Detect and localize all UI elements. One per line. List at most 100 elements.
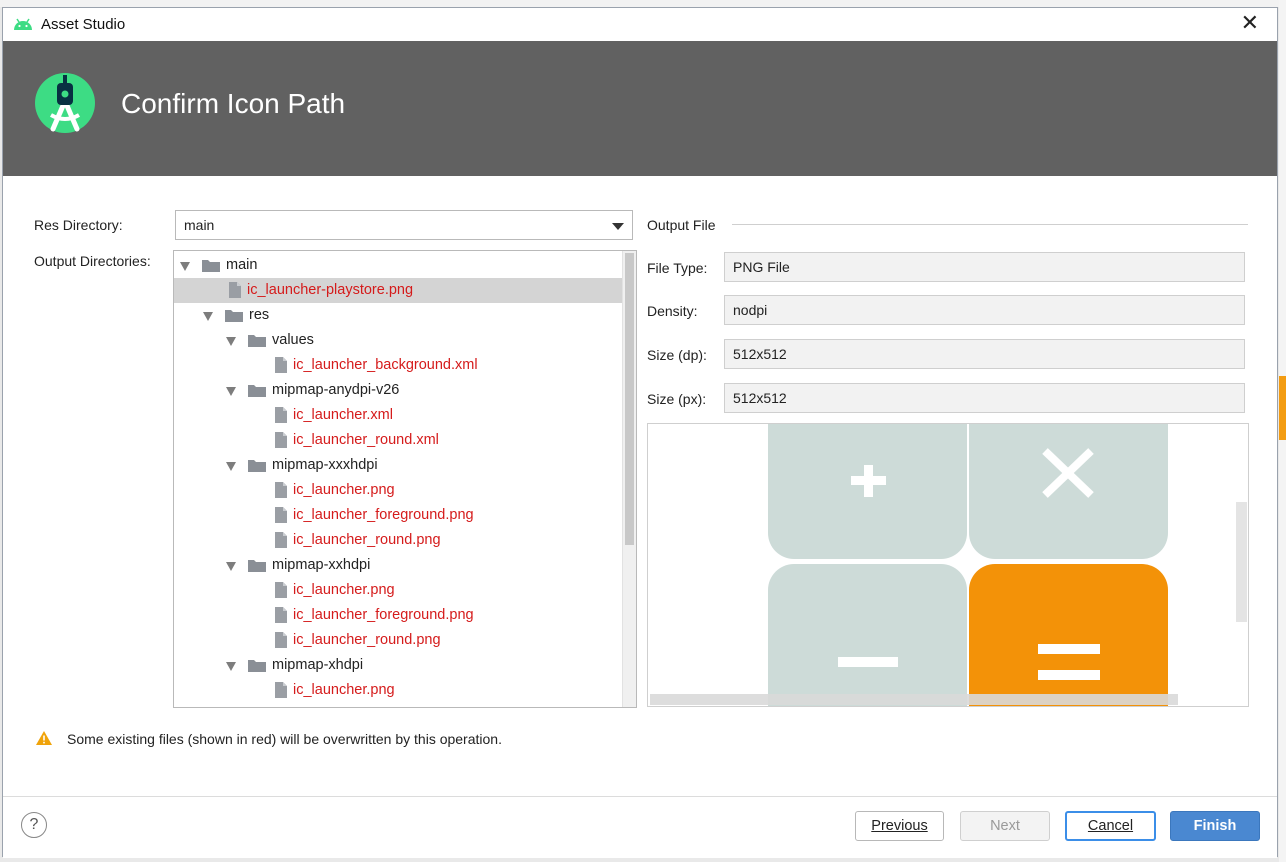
expand-arrow-icon[interactable]: [226, 462, 236, 471]
tree-item[interactable]: ic_launcher_foreground.png: [174, 503, 624, 528]
file-type-value: PNG File: [733, 259, 790, 275]
tree-item-label: mipmap-anydpi-v26: [272, 382, 400, 398]
density-field: nodpi: [724, 295, 1245, 325]
tree-item-label: res: [249, 307, 270, 323]
file-icon: [229, 282, 241, 298]
tree-item[interactable]: mipmap-xxxhdpi: [174, 453, 624, 478]
title-bar: Asset Studio ✕: [3, 8, 1277, 41]
output-directories-label: Output Directories:: [34, 253, 151, 269]
tree-item[interactable]: ic_launcher_round.xml: [174, 428, 624, 453]
folder-icon: [202, 260, 220, 272]
folder-icon: [248, 385, 266, 397]
section-divider: [732, 224, 1248, 225]
tree-item[interactable]: ic_launcher.xml: [174, 403, 624, 428]
icon-preview: [647, 423, 1249, 707]
size-px-value: 512x512: [733, 390, 787, 406]
output-file-section-title: Output File: [647, 217, 716, 233]
res-directory-select[interactable]: main: [175, 210, 633, 240]
tree-item-label: ic_launcher.png: [293, 482, 395, 498]
tree-item[interactable]: ic_launcher-playstore.png: [174, 278, 624, 303]
tree-item-label: ic_launcher_background.xml: [293, 357, 478, 373]
tree-item-label: ic_launcher-playstore.png: [247, 282, 414, 298]
cancel-button[interactable]: Cancel: [1065, 811, 1156, 841]
tree-scrollbar[interactable]: [622, 251, 636, 707]
file-icon: [275, 532, 287, 548]
tree-item-label: ic_launcher_round.xml: [293, 432, 439, 448]
file-icon: [275, 432, 287, 448]
expand-arrow-icon[interactable]: [203, 312, 213, 321]
folder-icon: [225, 310, 243, 322]
res-directory-label: Res Directory:: [34, 217, 123, 233]
file-type-label: File Type:: [647, 260, 708, 276]
preview-horizontal-scrollbar[interactable]: [650, 694, 1178, 705]
tree-item-label: main: [226, 257, 258, 273]
tree-item[interactable]: ic_launcher.png: [174, 578, 624, 603]
tree-item[interactable]: mipmap-anydpi-v26: [174, 378, 624, 403]
tree-scrollbar-thumb[interactable]: [625, 253, 634, 545]
folder-icon: [248, 660, 266, 672]
tree-item[interactable]: ic_launcher_background.xml: [174, 353, 624, 378]
android-icon: [14, 18, 32, 30]
footer-divider: [3, 796, 1277, 797]
tree-item[interactable]: res: [174, 303, 624, 328]
file-icon: [275, 632, 287, 648]
tree-item-label: mipmap-xxxhdpi: [272, 457, 378, 473]
density-label: Density:: [647, 303, 698, 319]
density-value: nodpi: [733, 302, 768, 318]
expand-arrow-icon[interactable]: [226, 662, 236, 671]
cancel-button-label: Cancel: [1087, 818, 1134, 834]
warning-icon: [36, 731, 52, 745]
res-directory-value: main: [184, 217, 215, 233]
tree-item-label: ic_launcher.png: [293, 582, 395, 598]
file-icon: [275, 482, 287, 498]
asset-studio-dialog: Asset Studio ✕ Confirm Icon Path Res Dir…: [2, 7, 1278, 858]
preview-vertical-scrollbar[interactable]: [1236, 502, 1247, 622]
tree-item[interactable]: ic_launcher.png: [174, 478, 624, 503]
finish-button-label: Finish: [1193, 818, 1237, 834]
size-dp-field: 512x512: [724, 339, 1245, 369]
expand-arrow-icon[interactable]: [226, 337, 236, 346]
desktop-background-accent: [1279, 376, 1286, 440]
close-icon[interactable]: ✕: [1241, 13, 1259, 35]
tree-item-label: ic_launcher.png: [293, 682, 395, 698]
size-dp-value: 512x512: [733, 346, 787, 362]
chevron-down-icon: [612, 223, 624, 230]
size-px-label: Size (px):: [647, 391, 707, 407]
finish-button[interactable]: Finish: [1170, 811, 1260, 841]
tree-item-label: ic_launcher_foreground.png: [293, 607, 474, 623]
file-icon: [275, 682, 287, 698]
folder-icon: [248, 460, 266, 472]
tree-item[interactable]: ic_launcher_round.png: [174, 628, 624, 653]
tree-item[interactable]: ic_launcher.png: [174, 678, 624, 703]
file-icon: [275, 582, 287, 598]
file-icon: [275, 407, 287, 423]
desktop-background-strip: [0, 0, 1286, 7]
tree-item[interactable]: values: [174, 328, 624, 353]
tree-item-label: mipmap-xxhdpi: [272, 557, 371, 573]
file-icon: [275, 607, 287, 623]
expand-arrow-icon[interactable]: [226, 562, 236, 571]
tree-item[interactable]: mipmap-xxhdpi: [174, 553, 624, 578]
file-icon: [275, 507, 287, 523]
window-title: Asset Studio: [41, 16, 126, 33]
expand-arrow-icon[interactable]: [180, 262, 190, 271]
help-button[interactable]: ?: [21, 812, 47, 838]
previous-button-label: Previous: [871, 818, 928, 834]
next-button-label: Next: [990, 818, 1020, 834]
file-icon: [275, 357, 287, 373]
next-button[interactable]: Next: [960, 811, 1050, 841]
tree-item-label: ic_launcher_round.png: [293, 532, 441, 548]
file-type-field: PNG File: [724, 252, 1245, 282]
tree-item[interactable]: ic_launcher_foreground.png: [174, 603, 624, 628]
tree-item-label: values: [272, 332, 314, 348]
dialog-body: Res Directory: main Output Directories: …: [3, 176, 1277, 858]
tree-item-label: mipmap-xhdpi: [272, 657, 364, 673]
folder-icon: [248, 335, 266, 347]
tree-item[interactable]: main: [174, 253, 624, 278]
previous-button[interactable]: Previous: [855, 811, 944, 841]
tree-item[interactable]: ic_launcher_round.png: [174, 528, 624, 553]
output-directories-tree[interactable]: ic_launcher.png mipmap-xhdpi ic_launcher_r…: [173, 250, 637, 708]
tree-item[interactable]: mipmap-xhdpi: [174, 653, 624, 678]
expand-arrow-icon[interactable]: [226, 387, 236, 396]
calculator-symbols-icon: [838, 448, 1100, 680]
